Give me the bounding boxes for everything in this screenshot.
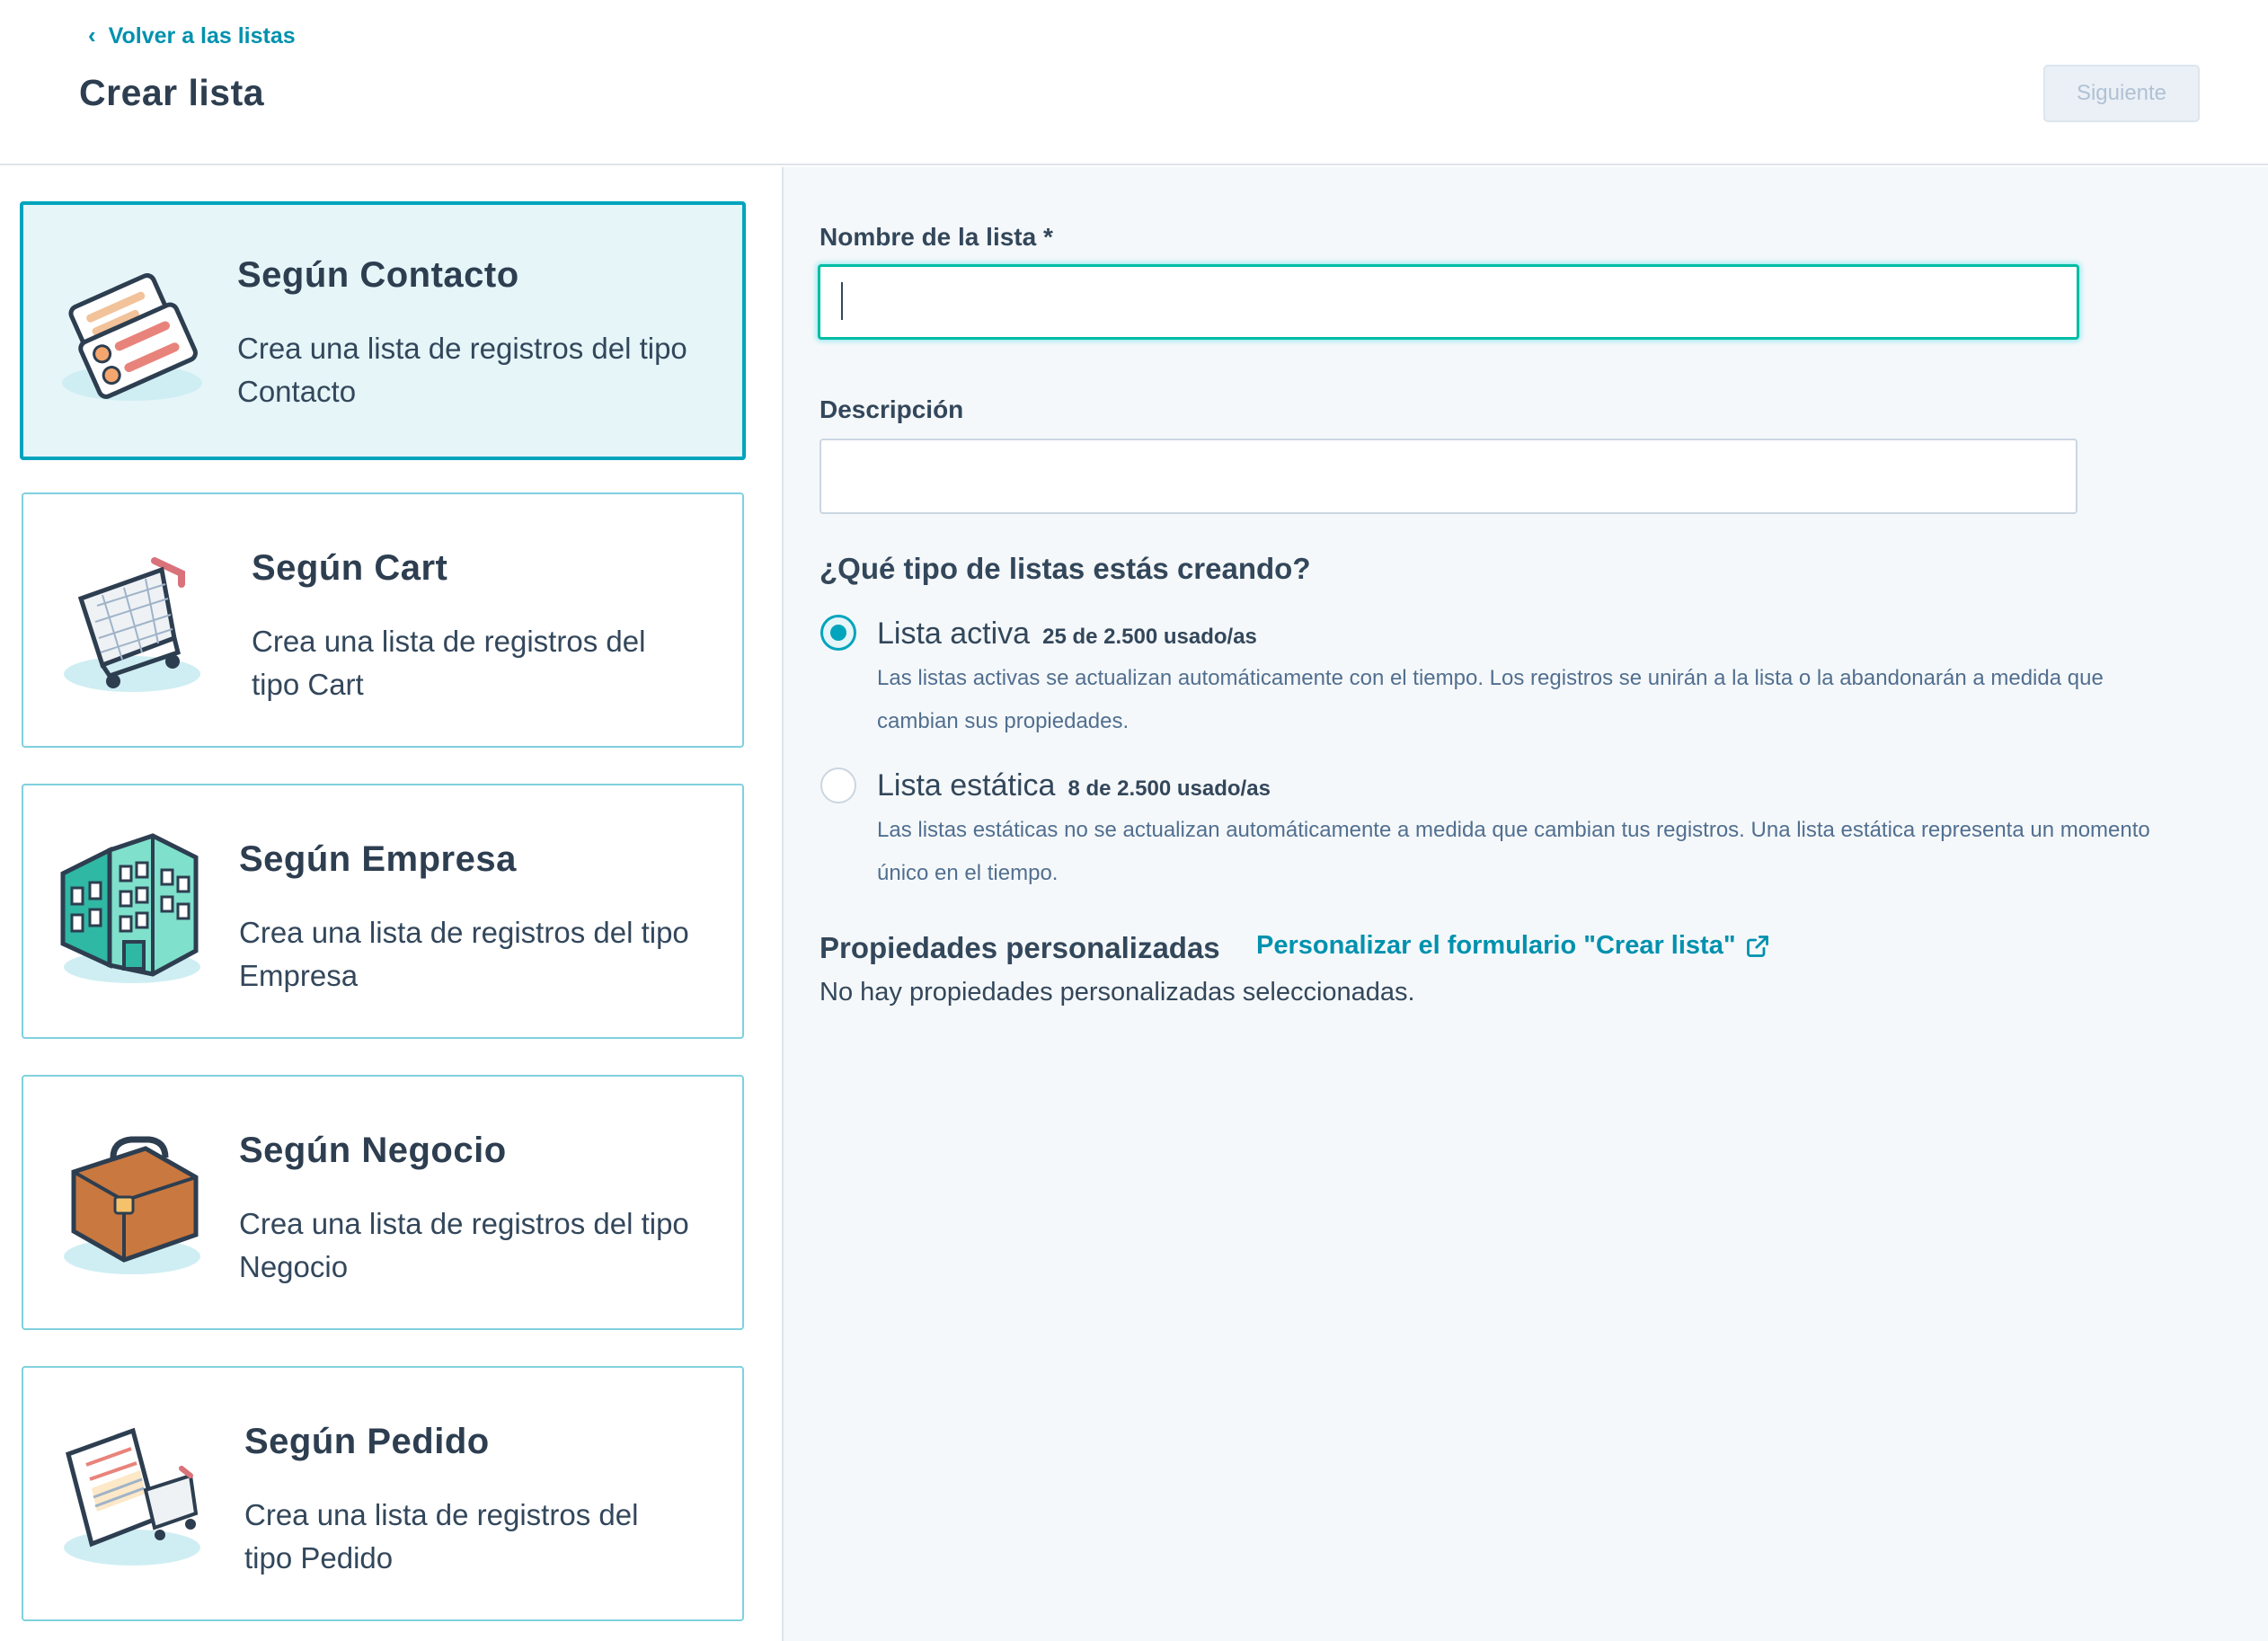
object-type-card-contact[interactable]: Según Contacto Crea una lista de registr…: [20, 201, 746, 460]
card-description: Crea una lista de registros del tipo Car…: [252, 625, 646, 701]
static-list-usage: 8 de 2.500 usado/as: [1068, 776, 1271, 801]
active-list-description-line1: Las listas activas se actualizan automát…: [877, 666, 2104, 690]
customize-form-link[interactable]: Personalizar el formulario "Crear lista": [1256, 931, 1770, 961]
briefcase-icon: [64, 1136, 200, 1274]
card-title: Según Pedido: [244, 1422, 490, 1461]
list-details-panel: [784, 167, 2268, 1641]
static-list-description-line1: Las listas estáticas no se actualizan au…: [877, 818, 2150, 842]
contact-cards-icon: [62, 273, 202, 401]
card-description: Crea una lista de registros del tipo Neg…: [239, 1207, 689, 1283]
text-caret: [841, 282, 843, 320]
custom-properties-title: Propiedades personalizadas: [819, 931, 1220, 964]
list-type-question: ¿Qué tipo de listas estás creando?: [819, 552, 1311, 585]
active-list-title: Lista activa 25 de 2.500 usado/as: [877, 616, 1257, 652]
description-input[interactable]: [819, 439, 2078, 514]
card-description: Crea una lista de registros del tipo Emp…: [239, 916, 689, 992]
shopping-cart-icon: [64, 557, 200, 692]
customize-form-link-label: Personalizar el formulario "Crear lista": [1256, 931, 1736, 960]
custom-properties-empty: No hay propiedades personalizadas selecc…: [819, 978, 1415, 1007]
object-type-card-cart[interactable]: Según Cart Crea una lista de registros d…: [22, 492, 744, 748]
active-list-usage: 25 de 2.500 usado/as: [1042, 625, 1257, 649]
static-list-description-line2: único en el tiempo.: [877, 861, 1059, 885]
back-to-lists-link[interactable]: ‹ Volver a las listas: [88, 23, 296, 49]
chevron-left-icon: ‹: [88, 21, 96, 49]
card-title: Según Negocio: [239, 1131, 507, 1170]
static-list-radio[interactable]: [820, 767, 856, 803]
card-title: Según Empresa: [239, 839, 517, 879]
next-button[interactable]: Siguiente: [2043, 65, 2200, 122]
active-list-label: Lista activa: [877, 616, 1031, 651]
card-title: Según Contacto: [237, 255, 519, 295]
back-link-label: Volver a las listas: [108, 23, 296, 49]
external-link-icon: [1746, 935, 1768, 957]
order-receipt-icon: [64, 1427, 200, 1566]
active-list-description-line2: cambian sus propiedades.: [877, 709, 1130, 733]
object-type-card-deal[interactable]: Según Negocio Crea una lista de registro…: [22, 1075, 744, 1330]
object-type-card-order[interactable]: Según Pedido Crea una lista de registros…: [22, 1366, 744, 1621]
list-name-label: Nombre de la lista *: [819, 223, 1053, 251]
list-name-input[interactable]: [818, 264, 2079, 340]
page-header: ‹ Volver a las listas Crear lista Siguie…: [0, 0, 2268, 165]
card-title: Según Cart: [252, 548, 448, 588]
card-description: Crea una lista de registros del tipo Ped…: [244, 1498, 639, 1574]
card-description: Crea una lista de registros del tipo Con…: [237, 332, 687, 408]
object-type-card-company[interactable]: Según Empresa Crea una lista de registro…: [22, 784, 744, 1039]
static-list-label: Lista estática: [877, 768, 1056, 803]
active-list-radio[interactable]: [820, 615, 856, 651]
building-icon: [60, 833, 200, 983]
page-title: Crear lista: [79, 72, 265, 113]
description-label: Descripción: [819, 395, 964, 423]
static-list-title: Lista estática 8 de 2.500 usado/as: [877, 768, 1271, 803]
